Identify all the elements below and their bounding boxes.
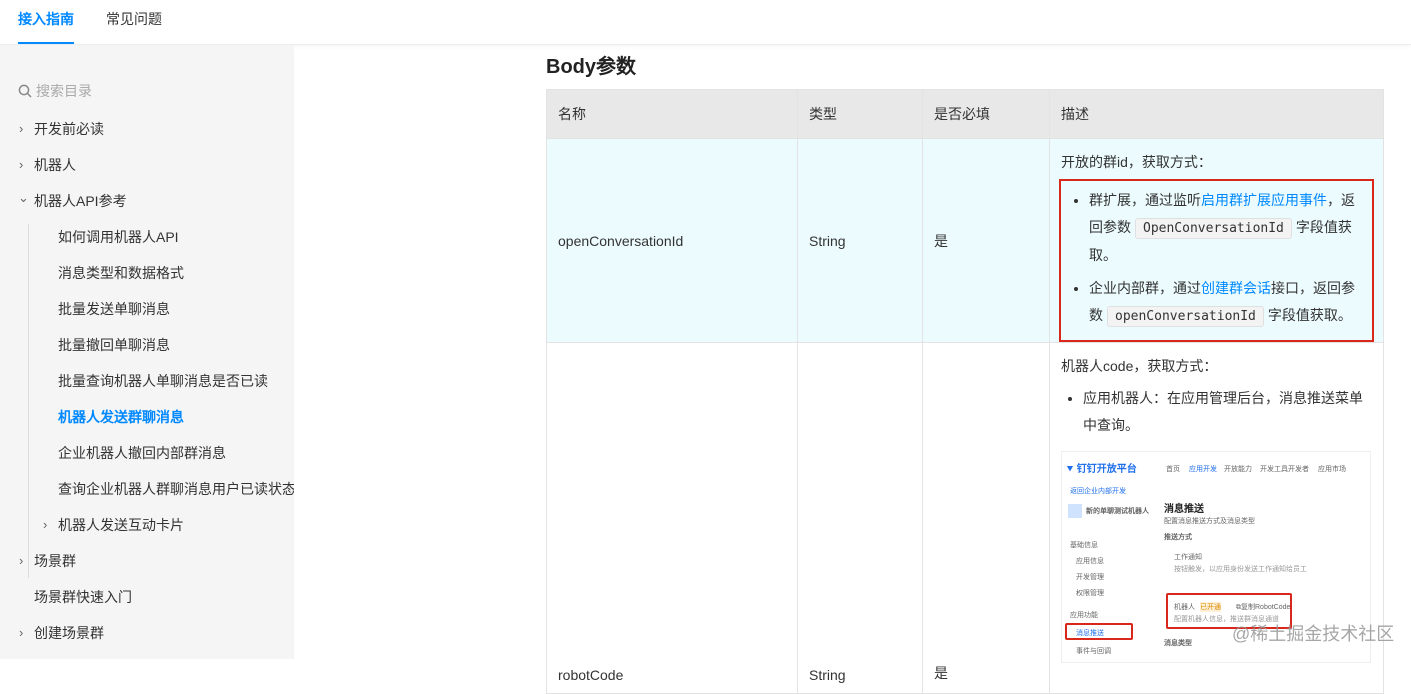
logo-text: 钉钉开放平台 bbox=[1076, 464, 1137, 475]
sidebar-item-label: 场景群 bbox=[34, 553, 76, 569]
logo-icon: ⯆ bbox=[1066, 464, 1074, 475]
sidebar-item-batch-read-query[interactable]: 批量查询机器人单聊消息是否已读 bbox=[0, 363, 294, 399]
param-type: String bbox=[797, 342, 923, 694]
sidebar-item-label: 查询企业机器人群聊消息用户已读状态 bbox=[58, 481, 294, 497]
search-icon bbox=[18, 84, 32, 98]
chevron-right-icon: › bbox=[19, 157, 24, 172]
sidebar-item-interactive-card[interactable]: › 机器人发送互动卡片 bbox=[0, 507, 294, 543]
sidebar-item-label: 场景群快速入门 bbox=[34, 589, 132, 605]
nav-link: 开发者 bbox=[1288, 466, 1309, 473]
bullet-text: 字段值获取。 bbox=[1267, 307, 1352, 323]
highlight-box bbox=[1065, 623, 1133, 640]
sidebar-item-label: 企业机器人撤回内部群消息 bbox=[58, 445, 226, 461]
highlight-box: 群扩展，通过监听启用群扩展应用事件，返回参数OpenConversationId… bbox=[1059, 179, 1374, 342]
sidebar-item-label: 消息类型和数据格式 bbox=[58, 265, 184, 281]
sidebar-item-send-group-msg[interactable]: 机器人发送群聊消息 bbox=[0, 399, 294, 435]
nav-link: 开发工具 bbox=[1260, 466, 1288, 473]
chevron-right-icon: › bbox=[43, 517, 48, 532]
top-tab-bar: 接入指南 常见问题 bbox=[0, 0, 1411, 45]
body-params-table: 名称 类型 是否必填 描述 openConversationId String … bbox=[546, 89, 1384, 694]
sidebar: 搜索目录 › 开发前必读 › 机器人 ⌄ 机器人API参考 如何调用机器人API… bbox=[0, 45, 294, 659]
bullet-text: 群扩展，通过监听 bbox=[1089, 192, 1201, 208]
sidebar-item-msg-types[interactable]: 消息类型和数据格式 bbox=[0, 255, 294, 291]
list-item: 应用机器人：在应用管理后台，消息推送菜单中查询。 bbox=[1083, 385, 1372, 439]
app-name: 新的单聊测试机器人 bbox=[1086, 508, 1149, 515]
menu-item: 应用功能 bbox=[1070, 612, 1098, 619]
notice-title: 工作通知 bbox=[1174, 554, 1202, 561]
list-item: 群扩展，通过监听启用群扩展应用事件，返回参数OpenConversationId… bbox=[1089, 187, 1362, 269]
menu-item: 开发管理 bbox=[1076, 574, 1104, 581]
sidebar-item-label: 批量发送单聊消息 bbox=[58, 301, 170, 317]
header-desc: 描述 bbox=[1049, 89, 1384, 139]
search-placeholder: 搜索目录 bbox=[36, 83, 92, 99]
sidebar-item-how-to-call[interactable]: 如何调用机器人API bbox=[0, 219, 294, 255]
section-title: Body参数 bbox=[546, 56, 636, 78]
tab-faq[interactable]: 常见问题 bbox=[106, 0, 162, 44]
sidebar-item-label: 机器人发送互动卡片 bbox=[58, 517, 184, 533]
sidebar-item-label: 批量查询机器人单聊消息是否已读 bbox=[58, 373, 268, 389]
create-group-link[interactable]: 创建群会话 bbox=[1201, 280, 1271, 296]
menu-item: 基础信息 bbox=[1070, 542, 1098, 549]
sidebar-item-label: 开发前必读 bbox=[34, 121, 104, 137]
chevron-right-icon: › bbox=[19, 121, 24, 136]
chevron-right-icon: › bbox=[19, 625, 24, 640]
menu-item: 权限管理 bbox=[1076, 590, 1104, 597]
sidebar-item-group-read-status[interactable]: 查询企业机器人群聊消息用户已读状态 bbox=[0, 471, 294, 507]
nav-link: 应用开发 bbox=[1189, 466, 1217, 473]
param-type: String bbox=[797, 138, 923, 343]
sidebar-item-label: 机器人API参考 bbox=[34, 193, 127, 209]
sidebar-item-label: 批量撤回单聊消息 bbox=[58, 337, 170, 353]
nav-link: 开放能力 bbox=[1224, 466, 1252, 473]
nav-link: 首页 bbox=[1166, 466, 1180, 473]
sidebar-item-dev-prereq[interactable]: › 开发前必读 bbox=[0, 111, 294, 147]
chevron-down-icon: ⌄ bbox=[18, 190, 29, 205]
param-required: 是 bbox=[922, 138, 1050, 343]
msg-type-label: 消息类型 bbox=[1164, 640, 1192, 647]
inline-code: OpenConversationId bbox=[1135, 218, 1292, 239]
sidebar-item-label: 机器人发送群聊消息 bbox=[58, 409, 184, 425]
sidebar-item-label: 如何调用机器人API bbox=[58, 229, 179, 245]
param-desc: 开放的群id，获取方式： 群扩展，通过监听启用群扩展应用事件，返回参数OpenC… bbox=[1049, 138, 1384, 343]
notice-desc: 按钮触发，以应用身份发送工作通知给员工 bbox=[1174, 566, 1307, 573]
header-type: 类型 bbox=[797, 89, 923, 139]
screenshot-subheading: 配置消息推送方式及消息类型 bbox=[1164, 518, 1255, 525]
event-doc-link[interactable]: 启用群扩展应用事件 bbox=[1201, 192, 1327, 208]
sidebar-item-create-scene-group[interactable]: › 创建场景群 bbox=[0, 615, 294, 651]
screenshot-logo: ⯆ 钉钉开放平台 bbox=[1066, 460, 1137, 475]
chevron-right-icon: › bbox=[19, 553, 24, 568]
desc-heading: 开放的群id，获取方式： bbox=[1061, 154, 1212, 170]
tab-integration-guide[interactable]: 接入指南 bbox=[18, 0, 74, 44]
desc-list: 应用机器人：在应用管理后台，消息推送菜单中查询。 bbox=[1061, 385, 1372, 439]
watermark: @稀土掘金技术社区 bbox=[1232, 624, 1395, 644]
param-name: openConversationId bbox=[546, 138, 798, 343]
sidebar-search[interactable]: 搜索目录 bbox=[18, 81, 92, 101]
table-row: openConversationId String 是 开放的群id，获取方式：… bbox=[546, 138, 1384, 343]
nav-link: 应用市场 bbox=[1318, 466, 1346, 473]
desc-heading: 机器人code，获取方式： bbox=[1061, 358, 1218, 374]
sidebar-item-batch-recall[interactable]: 批量撤回单聊消息 bbox=[0, 327, 294, 363]
param-required: 是 bbox=[922, 342, 1050, 694]
sidebar-item-scene-group[interactable]: › 场景群 bbox=[0, 543, 294, 579]
inline-code: openConversationId bbox=[1107, 306, 1264, 327]
sidebar-item-batch-send[interactable]: 批量发送单聊消息 bbox=[0, 291, 294, 327]
sidebar-item-label: 创建场景群 bbox=[34, 625, 104, 641]
header-required: 是否必填 bbox=[922, 89, 1050, 139]
back-link: 返回企业内部开发 bbox=[1070, 488, 1126, 495]
list-item: 企业内部群，通过创建群会话接口，返回参数openConversationId字段… bbox=[1089, 275, 1362, 330]
param-name: robotCode bbox=[546, 342, 798, 694]
sidebar-item-robot[interactable]: › 机器人 bbox=[0, 147, 294, 183]
app-icon bbox=[1068, 504, 1082, 518]
header-name: 名称 bbox=[546, 89, 798, 139]
menu-item: 应用信息 bbox=[1076, 558, 1104, 565]
sidebar-item-robot-api[interactable]: ⌄ 机器人API参考 bbox=[0, 183, 294, 219]
bullet-text: 企业内部群，通过 bbox=[1089, 280, 1201, 296]
sidebar-item-scene-quickstart[interactable]: 场景群快速入门 bbox=[0, 579, 294, 615]
screenshot-section: 推送方式 bbox=[1164, 534, 1192, 541]
sidebar-item-label: 机器人 bbox=[34, 157, 76, 173]
sidebar-item-recall-group-msg[interactable]: 企业机器人撤回内部群消息 bbox=[0, 435, 294, 471]
desc-list: 群扩展，通过监听启用群扩展应用事件，返回参数OpenConversationId… bbox=[1067, 187, 1362, 330]
table-header-row: 名称 类型 是否必填 描述 bbox=[546, 89, 1384, 139]
menu-item: 事件与回调 bbox=[1076, 648, 1111, 655]
screenshot-heading: 消息推送 bbox=[1164, 504, 1204, 515]
